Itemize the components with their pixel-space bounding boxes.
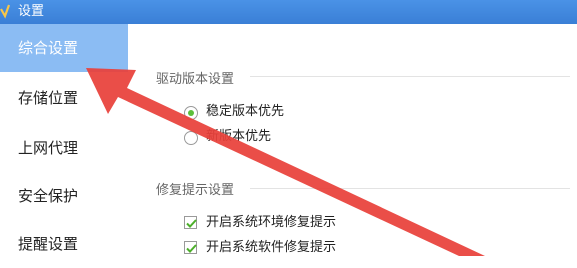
settings-panel: 驱动版本设置 稳定版本优先 新版本优先 修复提示设置 开启系统环境修复提示 开启… [128,24,577,256]
sidebar-item-security[interactable]: 安全保护 [0,172,128,220]
sidebar-item-general[interactable]: 综合设置 [0,24,128,72]
radio-label: 新版本优先 [206,129,272,144]
sidebar-item-label: 存储位置 [18,89,79,107]
radio-button[interactable] [184,131,198,145]
repair-section-title: 修复提示设置 [156,183,235,198]
section-divider [250,76,570,77]
title-bar: 设置 [0,0,577,24]
radio-button-selected[interactable] [184,106,198,120]
sidebar-item-reminder[interactable]: 提醒设置 [0,220,128,268]
app-logo-icon [0,3,16,21]
section-divider [250,188,570,189]
checkbox-checked[interactable] [184,216,197,229]
checkbox-label: 开启系统环境修复提示 [206,215,337,230]
radio-label: 稳定版本优先 [206,104,285,119]
sidebar-item-label: 安全保护 [18,187,79,205]
sidebar-item-proxy[interactable]: 上网代理 [0,124,128,172]
sidebar-item-label: 上网代理 [18,139,79,157]
sidebar-item-label: 提醒设置 [18,235,79,253]
driver-section-title: 驱动版本设置 [156,72,235,87]
sidebar-item-storage[interactable]: 存储位置 [0,74,128,122]
window-title: 设置 [18,4,45,19]
checkbox-checked[interactable] [184,241,197,254]
checkbox-label: 开启系统软件修复提示 [206,240,337,255]
settings-sidebar: 综合设置 存储位置 上网代理 安全保护 提醒设置 [0,24,128,256]
sidebar-item-label: 综合设置 [18,39,79,57]
